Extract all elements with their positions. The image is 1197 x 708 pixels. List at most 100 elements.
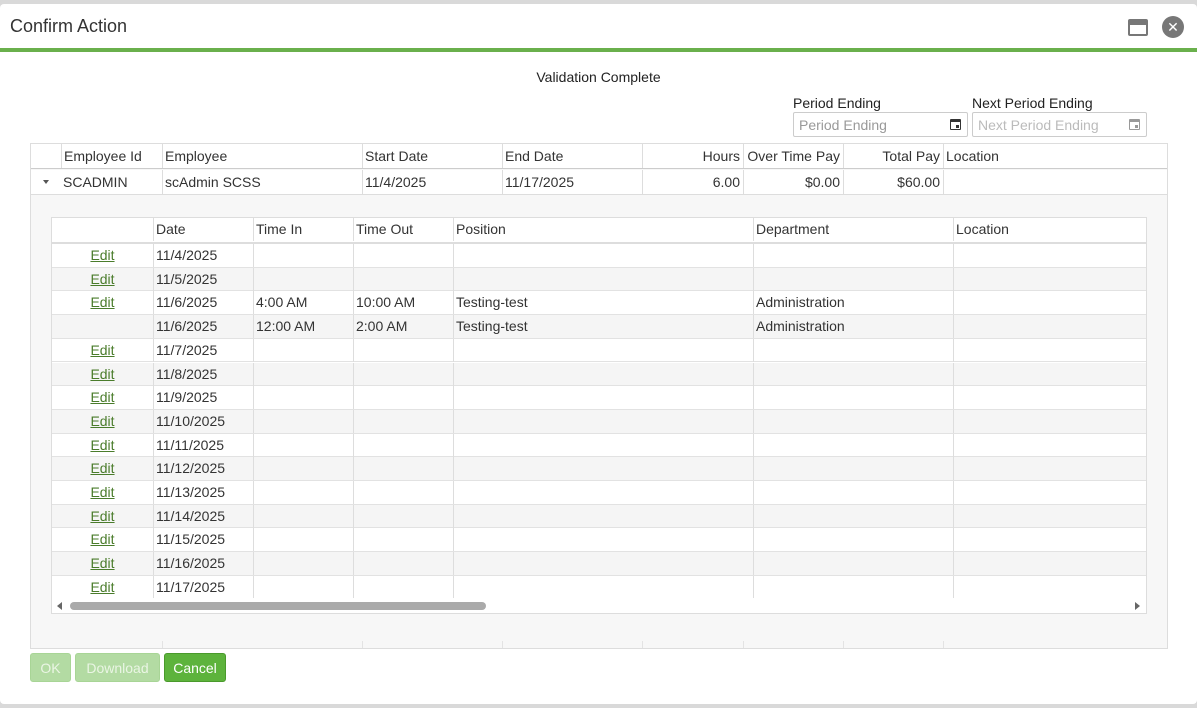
period-ending-picker[interactable] [793, 112, 968, 137]
next-period-ending-label: Next Period Ending [972, 95, 1093, 111]
cell-date: 11/15/2025 [153, 528, 253, 552]
time-entry-row[interactable]: Edit 11/15/2025 [52, 528, 1146, 553]
edit-link[interactable]: Edit [90, 437, 114, 453]
cell-time-in [253, 267, 353, 291]
cell-department [753, 267, 953, 291]
expand-cell[interactable] [31, 170, 61, 194]
cell-time-in [253, 244, 353, 267]
cell-date: 11/10/2025 [153, 409, 253, 433]
col-header-department[interactable]: Department [753, 218, 953, 241]
cell-position [453, 267, 753, 291]
edit-link[interactable]: Edit [90, 579, 114, 595]
cell-department [753, 504, 953, 528]
cell-edit: Edit [52, 291, 153, 314]
scroll-right-arrow-icon[interactable] [1135, 602, 1140, 610]
time-entries-header: Date Time In Time Out Position Departmen… [52, 218, 1146, 244]
edit-link[interactable]: Edit [90, 508, 114, 524]
time-entry-row[interactable]: Edit 11/13/2025 [52, 481, 1146, 505]
cell-department [753, 244, 953, 267]
edit-link[interactable]: Edit [90, 342, 114, 358]
cell-edit: Edit [52, 363, 153, 386]
cancel-button[interactable]: Cancel [164, 653, 226, 682]
cell-location [943, 170, 1167, 194]
time-entry-row[interactable]: Edit 11/16/2025 [52, 552, 1146, 576]
cell-edit: Edit [52, 410, 153, 433]
cell-time-in [253, 338, 353, 362]
col-header-employee-id[interactable]: Employee Id [61, 144, 162, 168]
edit-link[interactable]: Edit [90, 531, 114, 547]
cell-edit: Edit [52, 457, 153, 480]
col-header-location[interactable]: Location [943, 144, 1167, 168]
ok-button[interactable]: OK [30, 653, 71, 682]
close-button[interactable]: ✕ [1161, 15, 1185, 39]
time-entry-row[interactable]: Edit 11/5/2025 [52, 267, 1146, 292]
cell-location [953, 267, 1146, 291]
edit-link[interactable]: Edit [90, 247, 114, 263]
horizontal-scrollbar[interactable] [52, 598, 1146, 613]
time-entry-row[interactable]: Edit 11/11/2025 [52, 433, 1146, 458]
cell-time-in [253, 386, 353, 410]
cell-time-out: 10:00 AM [353, 291, 453, 315]
cell-time-out [353, 244, 453, 267]
cell-department: Administration [753, 315, 953, 339]
edit-link[interactable]: Edit [90, 294, 114, 310]
time-entry-row[interactable]: Edit 11/8/2025 [52, 362, 1146, 387]
col-header-employee[interactable]: Employee [162, 144, 362, 168]
edit-link[interactable]: Edit [90, 271, 114, 287]
cell-edit: Edit [52, 481, 153, 504]
col-header-location[interactable]: Location [953, 218, 1146, 241]
edit-link[interactable]: Edit [90, 460, 114, 476]
calendar-icon[interactable] [950, 119, 961, 130]
cell-time-out [353, 386, 453, 410]
edit-link[interactable]: Edit [90, 484, 114, 500]
edit-link[interactable]: Edit [90, 413, 114, 429]
edit-link[interactable]: Edit [90, 366, 114, 382]
cell-location [953, 575, 1146, 599]
cell-time-in [253, 575, 353, 599]
cell-location [953, 552, 1146, 576]
maximize-button[interactable] [1126, 15, 1150, 39]
caret-down-icon[interactable] [43, 180, 49, 184]
cell-date: 11/13/2025 [153, 481, 253, 504]
cell-edit [52, 315, 153, 338]
cell-position: Testing-test [453, 315, 753, 339]
edit-link[interactable]: Edit [90, 555, 114, 571]
cell-time-in: 12:00 AM [253, 315, 353, 339]
cell-department [753, 528, 953, 552]
col-header-total-pay[interactable]: Total Pay [843, 144, 943, 168]
cell-time-out [353, 362, 453, 386]
time-entry-row[interactable]: Edit 11/17/2025 [52, 575, 1146, 600]
col-header-date[interactable]: Date [153, 218, 253, 241]
time-entry-row[interactable]: Edit 11/9/2025 [52, 386, 1146, 410]
employee-row[interactable]: SCADMIN scAdmin SCSS 11/4/2025 11/17/202… [31, 170, 1167, 195]
cell-hours: 6.00 [642, 170, 743, 194]
time-entry-row[interactable]: Edit 11/12/2025 [52, 457, 1146, 481]
cell-start-date: 11/4/2025 [362, 170, 502, 194]
col-header-hours[interactable]: Hours [642, 144, 743, 168]
col-header-time-in[interactable]: Time In [253, 218, 353, 241]
col-header-position[interactable]: Position [453, 218, 753, 241]
col-header-time-out[interactable]: Time Out [353, 218, 453, 241]
scrollbar-thumb[interactable] [70, 602, 486, 610]
cell-total-pay: $60.00 [843, 170, 943, 194]
time-entry-row[interactable]: Edit 11/10/2025 [52, 409, 1146, 434]
time-entry-row[interactable]: 11/6/2025 12:00 AM 2:00 AM Testing-test Admi… [52, 315, 1146, 339]
time-entry-row[interactable]: Edit 11/6/2025 4:00 AM 10:00 AM Testing-test… [52, 291, 1146, 316]
window-maximize-icon [1128, 18, 1148, 36]
cell-date: 11/6/2025 [153, 291, 253, 315]
cell-date: 11/4/2025 [153, 244, 253, 267]
time-entry-row[interactable]: Edit 11/4/2025 [52, 244, 1146, 268]
col-header-start-date[interactable]: Start Date [362, 144, 502, 168]
cell-date: 11/6/2025 [153, 315, 253, 339]
scroll-left-arrow-icon[interactable] [57, 602, 62, 610]
cell-date: 11/17/2025 [153, 575, 253, 599]
cell-department [753, 362, 953, 386]
period-ending-input[interactable] [799, 117, 939, 133]
time-entry-row[interactable]: Edit 11/14/2025 [52, 504, 1146, 529]
edit-link[interactable]: Edit [90, 389, 114, 405]
col-header-end-date[interactable]: End Date [502, 144, 642, 168]
download-button[interactable]: Download [75, 653, 160, 682]
time-entry-row[interactable]: Edit 11/7/2025 [52, 338, 1146, 363]
next-period-ending-input [978, 117, 1118, 133]
col-header-over-time-pay[interactable]: Over Time Pay [743, 144, 843, 168]
